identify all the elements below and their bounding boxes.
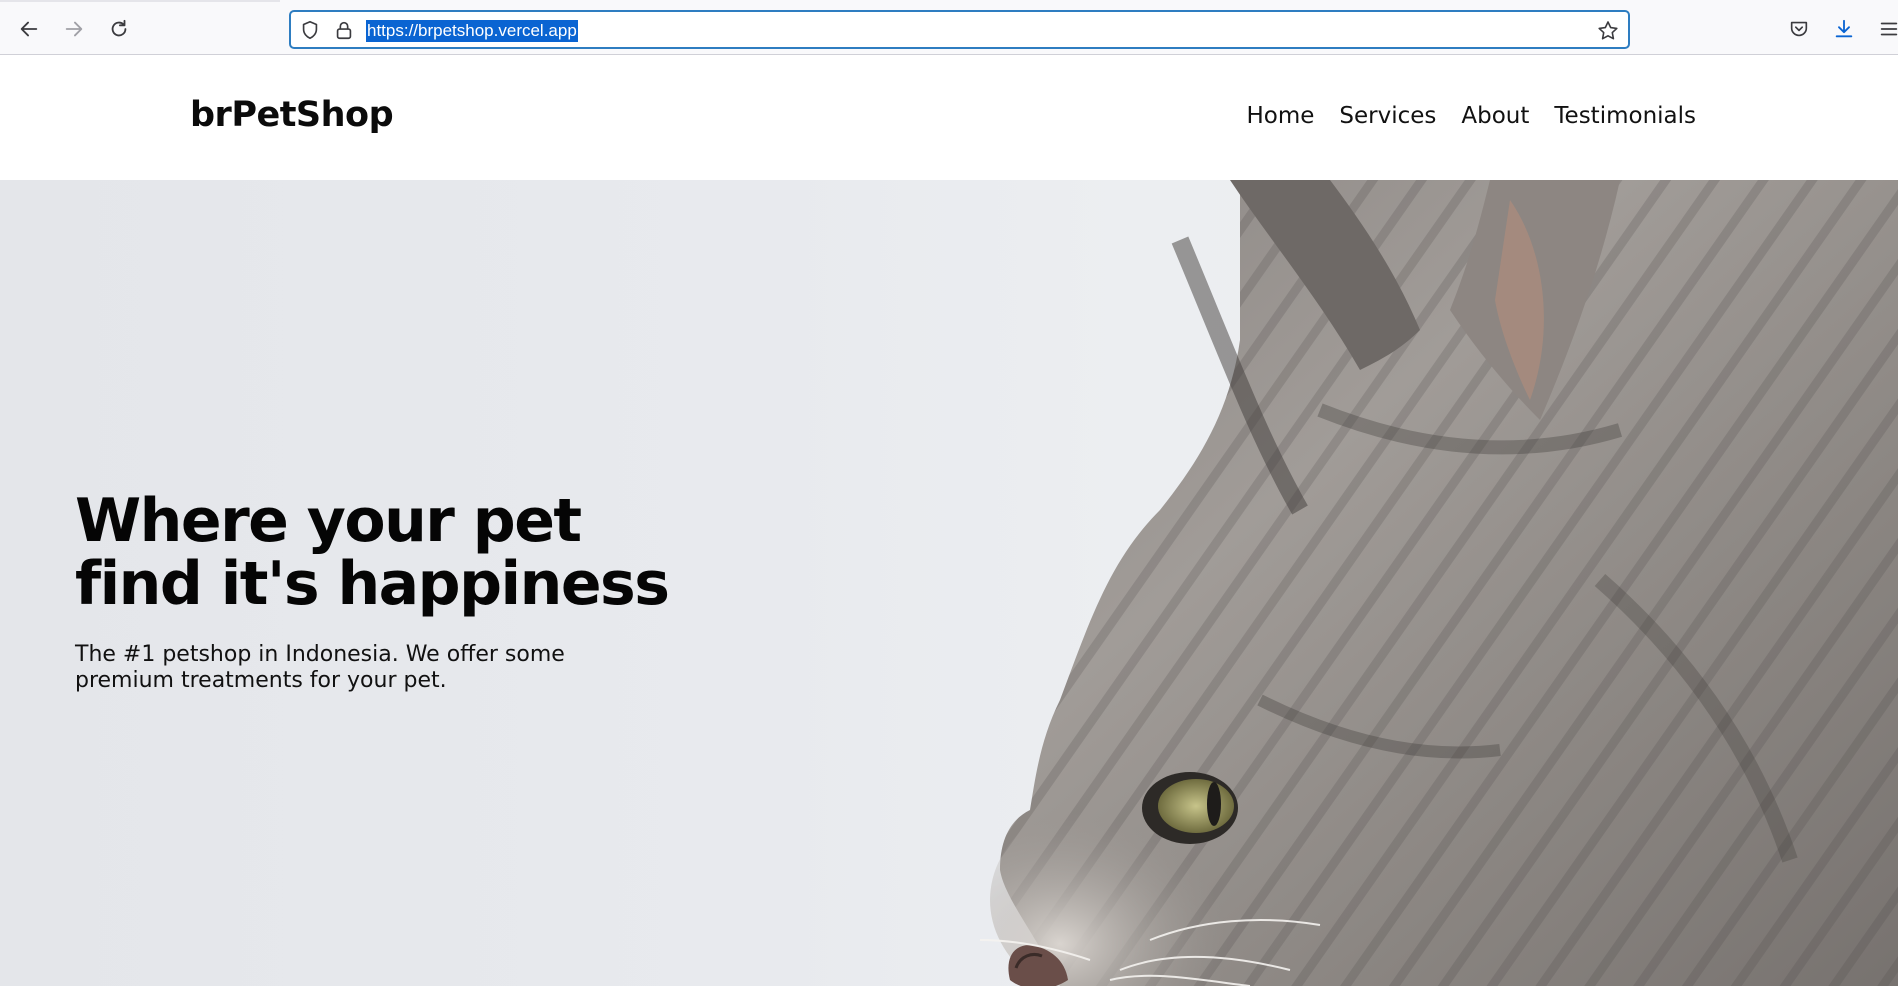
main-nav: Home Services About Testimonials	[1246, 103, 1696, 129]
back-button[interactable]	[12, 12, 46, 46]
hero-subtitle: The #1 petshop in Indonesia. We offer so…	[75, 642, 565, 693]
shield-icon[interactable]	[299, 19, 321, 41]
lock-icon[interactable]	[333, 19, 355, 41]
hero-title-line-1: Where your pet	[75, 486, 582, 556]
reload-icon	[111, 19, 127, 37]
app-menu-button[interactable]	[1872, 12, 1898, 46]
hero-title: Where your pet find it's happiness	[75, 490, 775, 616]
pocket-icon	[1790, 21, 1808, 37]
nav-testimonials[interactable]: Testimonials	[1554, 103, 1696, 129]
tab-strip	[0, 0, 280, 2]
nav-home[interactable]: Home	[1246, 103, 1314, 129]
star-icon[interactable]	[1596, 19, 1620, 43]
hero-title-line-2: find it's happiness	[75, 549, 670, 619]
url-text[interactable]: https://brpetshop.vercel.app	[366, 20, 578, 42]
menu-icon	[1880, 22, 1898, 36]
site-header: brPetShop Home Services About Testimonia…	[0, 55, 1898, 180]
download-icon	[1835, 19, 1853, 38]
forward-button[interactable]	[57, 12, 91, 46]
forward-arrow-icon	[65, 21, 83, 37]
hero-section: Where your pet find it's happiness The #…	[0, 180, 1898, 986]
address-bar[interactable]: https://brpetshop.vercel.app	[289, 10, 1630, 49]
downloads-button[interactable]	[1827, 12, 1861, 46]
pocket-button[interactable]	[1782, 12, 1816, 46]
site-logo[interactable]: brPetShop	[190, 95, 394, 135]
nav-services[interactable]: Services	[1339, 103, 1436, 129]
browser-toolbar: https://brpetshop.vercel.app	[0, 0, 1898, 55]
nav-about[interactable]: About	[1461, 103, 1529, 129]
back-arrow-icon	[20, 21, 38, 37]
reload-button[interactable]	[102, 12, 136, 46]
